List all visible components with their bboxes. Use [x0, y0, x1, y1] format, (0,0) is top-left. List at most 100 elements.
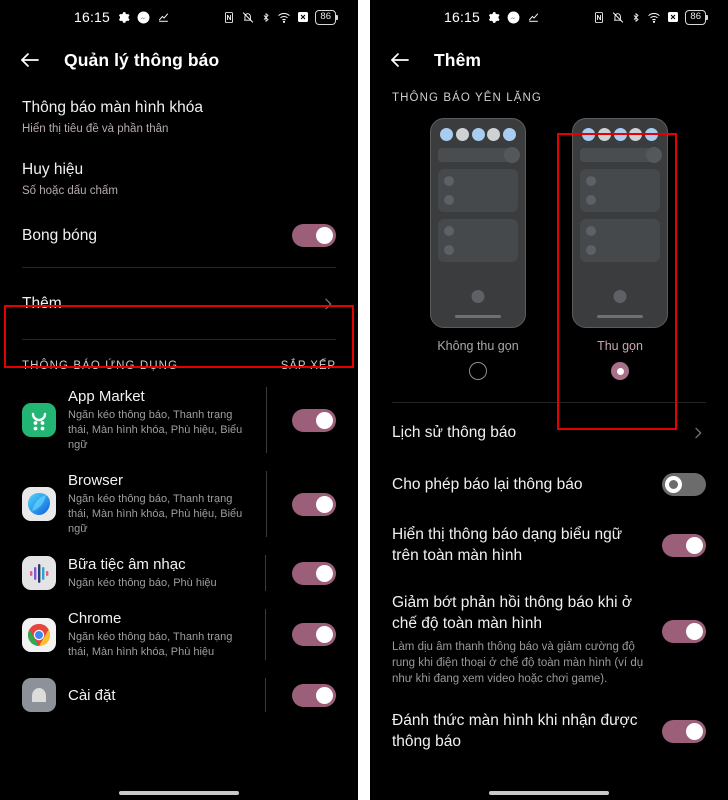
wake-screen-toggle[interactable]	[662, 719, 706, 743]
battery-indicator: 86	[315, 9, 338, 25]
app-toggle[interactable]	[292, 623, 336, 646]
app-row[interactable]: Browser Ngăn kéo thông báo, Thanh trạng …	[22, 462, 336, 546]
bluetooth-icon	[261, 11, 271, 24]
list-divider	[22, 267, 336, 268]
quick-settings-dots	[580, 128, 660, 141]
setting-row-snooze[interactable]: Cho phép báo lại thông báo	[392, 458, 706, 511]
apps-section-header: THÔNG BÁO ỨNG DỤNG SẮP XẾP	[22, 346, 336, 378]
row-separator	[265, 609, 266, 660]
setting-row-fullscreen-feedback[interactable]: Giảm bớt phản hồi thông báo khi ở chế độ…	[392, 579, 706, 700]
status-clock: 16:15	[74, 9, 111, 25]
gear-icon	[487, 11, 500, 24]
media-card-placeholder	[438, 147, 520, 163]
media-card-placeholder	[580, 147, 662, 163]
setting-row-lockscreen[interactable]: Thông báo màn hình khóa Hiển thị tiêu đề…	[22, 86, 336, 148]
right-phone-screen: 16:15 86 Thêm THÔNG BÁO YÊN LẶNG Không t…	[370, 0, 728, 800]
setting-row-more[interactable]: Thêm	[22, 274, 336, 333]
option-label: Thu gọn	[597, 339, 643, 353]
wifi-icon	[647, 11, 661, 24]
status-bar-left: 16:15 86	[0, 0, 358, 34]
app-name: Chrome	[68, 610, 122, 627]
section-label: THÔNG BÁO YÊN LẶNG	[392, 92, 542, 104]
home-dot	[471, 290, 485, 303]
app-market-icon	[22, 403, 56, 437]
panel-separator	[358, 0, 370, 800]
status-left-group: 16:15	[444, 9, 540, 25]
notification-card	[580, 219, 660, 262]
setting-title: Cho phép báo lại thông báo	[392, 476, 583, 493]
option-collapsed[interactable]: Thu gọn	[572, 118, 668, 380]
page-title: Thêm	[434, 49, 482, 70]
setting-row-badge[interactable]: Huy hiệu Số hoặc dấu chấm	[22, 148, 336, 210]
page-title: Quản lý thông báo	[64, 49, 220, 70]
notification-card	[438, 169, 518, 212]
gesture-home-bar	[489, 791, 609, 795]
fullscreen-feedback-toggle[interactable]	[662, 620, 706, 643]
banner-toggle[interactable]	[662, 533, 706, 557]
gesture-home-bar	[119, 791, 239, 795]
app-description: Ngăn kéo thông báo, Thanh trạng thái, Mà…	[68, 631, 233, 658]
phone-preview-mockup	[430, 118, 526, 328]
notification-card	[438, 219, 518, 262]
silent-bell-icon	[611, 11, 625, 24]
list-divider	[22, 339, 336, 340]
chevron-right-icon	[320, 296, 336, 312]
right-settings-list: THÔNG BÁO YÊN LẶNG Không thu gọn Thu gọn…	[370, 86, 728, 762]
phone-preview-mockup	[572, 118, 668, 328]
setting-row-wake-screen[interactable]: Đánh thức màn hình khi nhận được thông b…	[392, 700, 706, 762]
setting-title: Bong bóng	[22, 227, 97, 244]
row-separator	[265, 678, 266, 712]
nfc-icon	[223, 11, 235, 24]
bubbles-toggle[interactable]	[292, 224, 336, 247]
setting-title: Giảm bớt phản hồi thông báo khi ở chế độ…	[392, 594, 633, 632]
no-signal-icon	[667, 11, 679, 23]
option-not-collapsed[interactable]: Không thu gọn	[430, 118, 526, 380]
settings-icon	[22, 678, 56, 712]
app-toggle[interactable]	[292, 683, 336, 707]
setting-title: Huy hiệu	[22, 161, 84, 178]
app-toggle[interactable]	[292, 561, 336, 585]
wifi-icon	[277, 11, 291, 24]
left-settings-list: Thông báo màn hình khóa Hiển thị tiêu đề…	[0, 86, 358, 721]
radio-not-collapsed[interactable]	[469, 362, 487, 380]
app-row[interactable]: Cài đặt	[22, 669, 336, 721]
bluetooth-icon	[631, 11, 641, 24]
status-bar-right: 16:15 86	[370, 0, 728, 34]
back-arrow-icon[interactable]	[388, 48, 412, 72]
setting-title: Hiển thị thông báo dạng biểu ngữ trên to…	[392, 526, 623, 564]
left-app-bar: Quản lý thông báo	[0, 34, 358, 86]
home-indicator	[455, 315, 501, 318]
app-toggle[interactable]	[292, 408, 336, 432]
back-arrow-icon[interactable]	[18, 48, 42, 72]
app-description: Ngăn kéo thông báo, Thanh trạng thái, Mà…	[68, 409, 243, 451]
row-separator	[265, 555, 266, 591]
app-row[interactable]: Bữa tiệc âm nhạc Ngăn kéo thông báo, Phù…	[22, 546, 336, 600]
setting-row-banner[interactable]: Hiển thị thông báo dạng biểu ngữ trên to…	[392, 511, 706, 579]
music-party-icon	[22, 556, 56, 590]
app-name: Browser	[68, 472, 124, 489]
messenger-icon	[507, 11, 520, 24]
chrome-icon	[22, 617, 56, 652]
setting-subtitle: Số hoặc dấu chấm	[22, 185, 118, 197]
app-name: App Market	[68, 388, 145, 405]
app-row[interactable]: App Market Ngăn kéo thông báo, Thanh trạ…	[22, 378, 336, 462]
screenshot-root: 16:15 86 Quản lý thông báo Thông báo màn…	[0, 0, 728, 800]
setting-row-bubbles[interactable]: Bong bóng	[22, 210, 336, 261]
setting-title: Thông báo màn hình khóa	[22, 99, 203, 116]
check-activity-icon	[527, 11, 540, 24]
check-activity-icon	[157, 11, 170, 24]
status-right-group: 86	[593, 9, 708, 25]
radio-collapsed[interactable]	[611, 362, 629, 380]
home-dot	[613, 290, 627, 303]
snooze-toggle[interactable]	[662, 473, 706, 496]
silent-section-header: THÔNG BÁO YÊN LẶNG	[392, 86, 706, 104]
app-row[interactable]: Chrome Ngăn kéo thông báo, Thanh trạng t…	[22, 600, 336, 669]
status-left-group: 16:15	[74, 9, 170, 25]
section-label: THÔNG BÁO ỨNG DỤNG	[22, 360, 179, 372]
sort-button[interactable]: SẮP XẾP	[281, 360, 336, 372]
setting-row-history[interactable]: Lịch sử thông báo	[392, 407, 706, 458]
nfc-icon	[593, 11, 605, 24]
app-name: Bữa tiệc âm nhạc	[68, 556, 186, 573]
app-description: Ngăn kéo thông báo, Thanh trạng thái, Mà…	[68, 493, 243, 535]
app-toggle[interactable]	[292, 492, 336, 516]
